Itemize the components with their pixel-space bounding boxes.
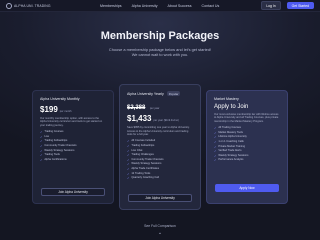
join-yearly-button[interactable]: Join Alpha University [128,194,192,202]
plan-description: Our monthly membership option, with acce… [40,117,103,127]
feature-item: ✓ Alpha Certifications [40,157,67,162]
feature-item: ✓ Performance Analysis [214,158,244,163]
price-row: $199 per month [40,105,106,114]
plan-name: Market Mastery [214,97,239,101]
old-price: $2,388 [127,105,146,112]
plan-price: $1,433 [127,114,152,124]
page-title: Membership Packages [100,30,220,42]
plan-period: per year ($119.41/mo) [153,119,179,123]
feature-list: ✓ All Courses Included ✓ Trading Fellowshi… [127,139,193,180]
top-navbar: ALPHA UNI. TRADING Memberships Alpha Uni… [0,0,320,12]
nav-link-alpha-university[interactable]: Alpha University [132,4,158,8]
apply-now-button[interactable]: Apply Now [215,184,279,192]
nav-links: Memberships Alpha University About Succe… [100,4,219,8]
feature-list: ✓ All Trading Courses ✓ Market Mastery Too… [214,126,280,163]
price-row: $1,433 per year ($119.41/mo) [127,114,193,123]
logo-icon [6,2,12,9]
plan-name: Alpha University Monthly [40,97,80,101]
popular-badge: Popular [166,91,181,97]
check-icon: ✓ [214,158,217,163]
page-subtitle: Choose a membership package below and le… [0,47,320,58]
feature-list: ✓ Trading Courses ✓ Live ✓ Trading Fellowsh… [40,130,106,162]
subtitle-line-2: We cannot wait to work with you. [131,52,189,58]
plan-description: Save $955 by committing one year to Alph… [127,126,190,136]
plan-price: $199 [40,105,58,114]
plan-period: per month [59,110,72,113]
brand-logo[interactable]: ALPHA UNI. TRADING [6,2,80,9]
plan-name-text: Alpha University Yearly [127,91,164,96]
see-comparison-link[interactable]: See Full Comparison [0,224,320,228]
old-period: per year [149,107,160,111]
plan-card-monthly: Alpha University Monthly $199 per month … [32,90,114,204]
login-button[interactable]: Log In [261,1,281,10]
check-icon: ✓ [40,157,43,162]
check-icon: ✓ [127,176,130,181]
logo-text: ALPHA UNI. TRADING [14,3,51,8]
nav-link-contact[interactable]: Contact Us [202,4,220,8]
chevron-down-icon[interactable]: ⌄ [157,230,163,236]
plan-description: Our most exclusive membership tier with … [214,113,279,123]
plan-title: Apply to Join [214,104,249,110]
get-started-button[interactable]: Get Started [286,1,314,10]
old-price-row: $2,388 per year [127,96,193,114]
nav-actions: Log In Get Started [261,1,314,10]
plan-card-market-mastery: Market Mastery Apply to Join Our most ex… [206,90,288,204]
plan-card-yearly: Alpha University Yearly Popular $2,388 p… [119,84,201,210]
nav-link-memberships[interactable]: Memberships [100,4,122,8]
feature-item: ✓ Quarterly Coaching Call [127,176,159,181]
join-monthly-button[interactable]: Join Alpha University [41,188,105,196]
nav-link-about-success[interactable]: About Success [168,4,192,8]
